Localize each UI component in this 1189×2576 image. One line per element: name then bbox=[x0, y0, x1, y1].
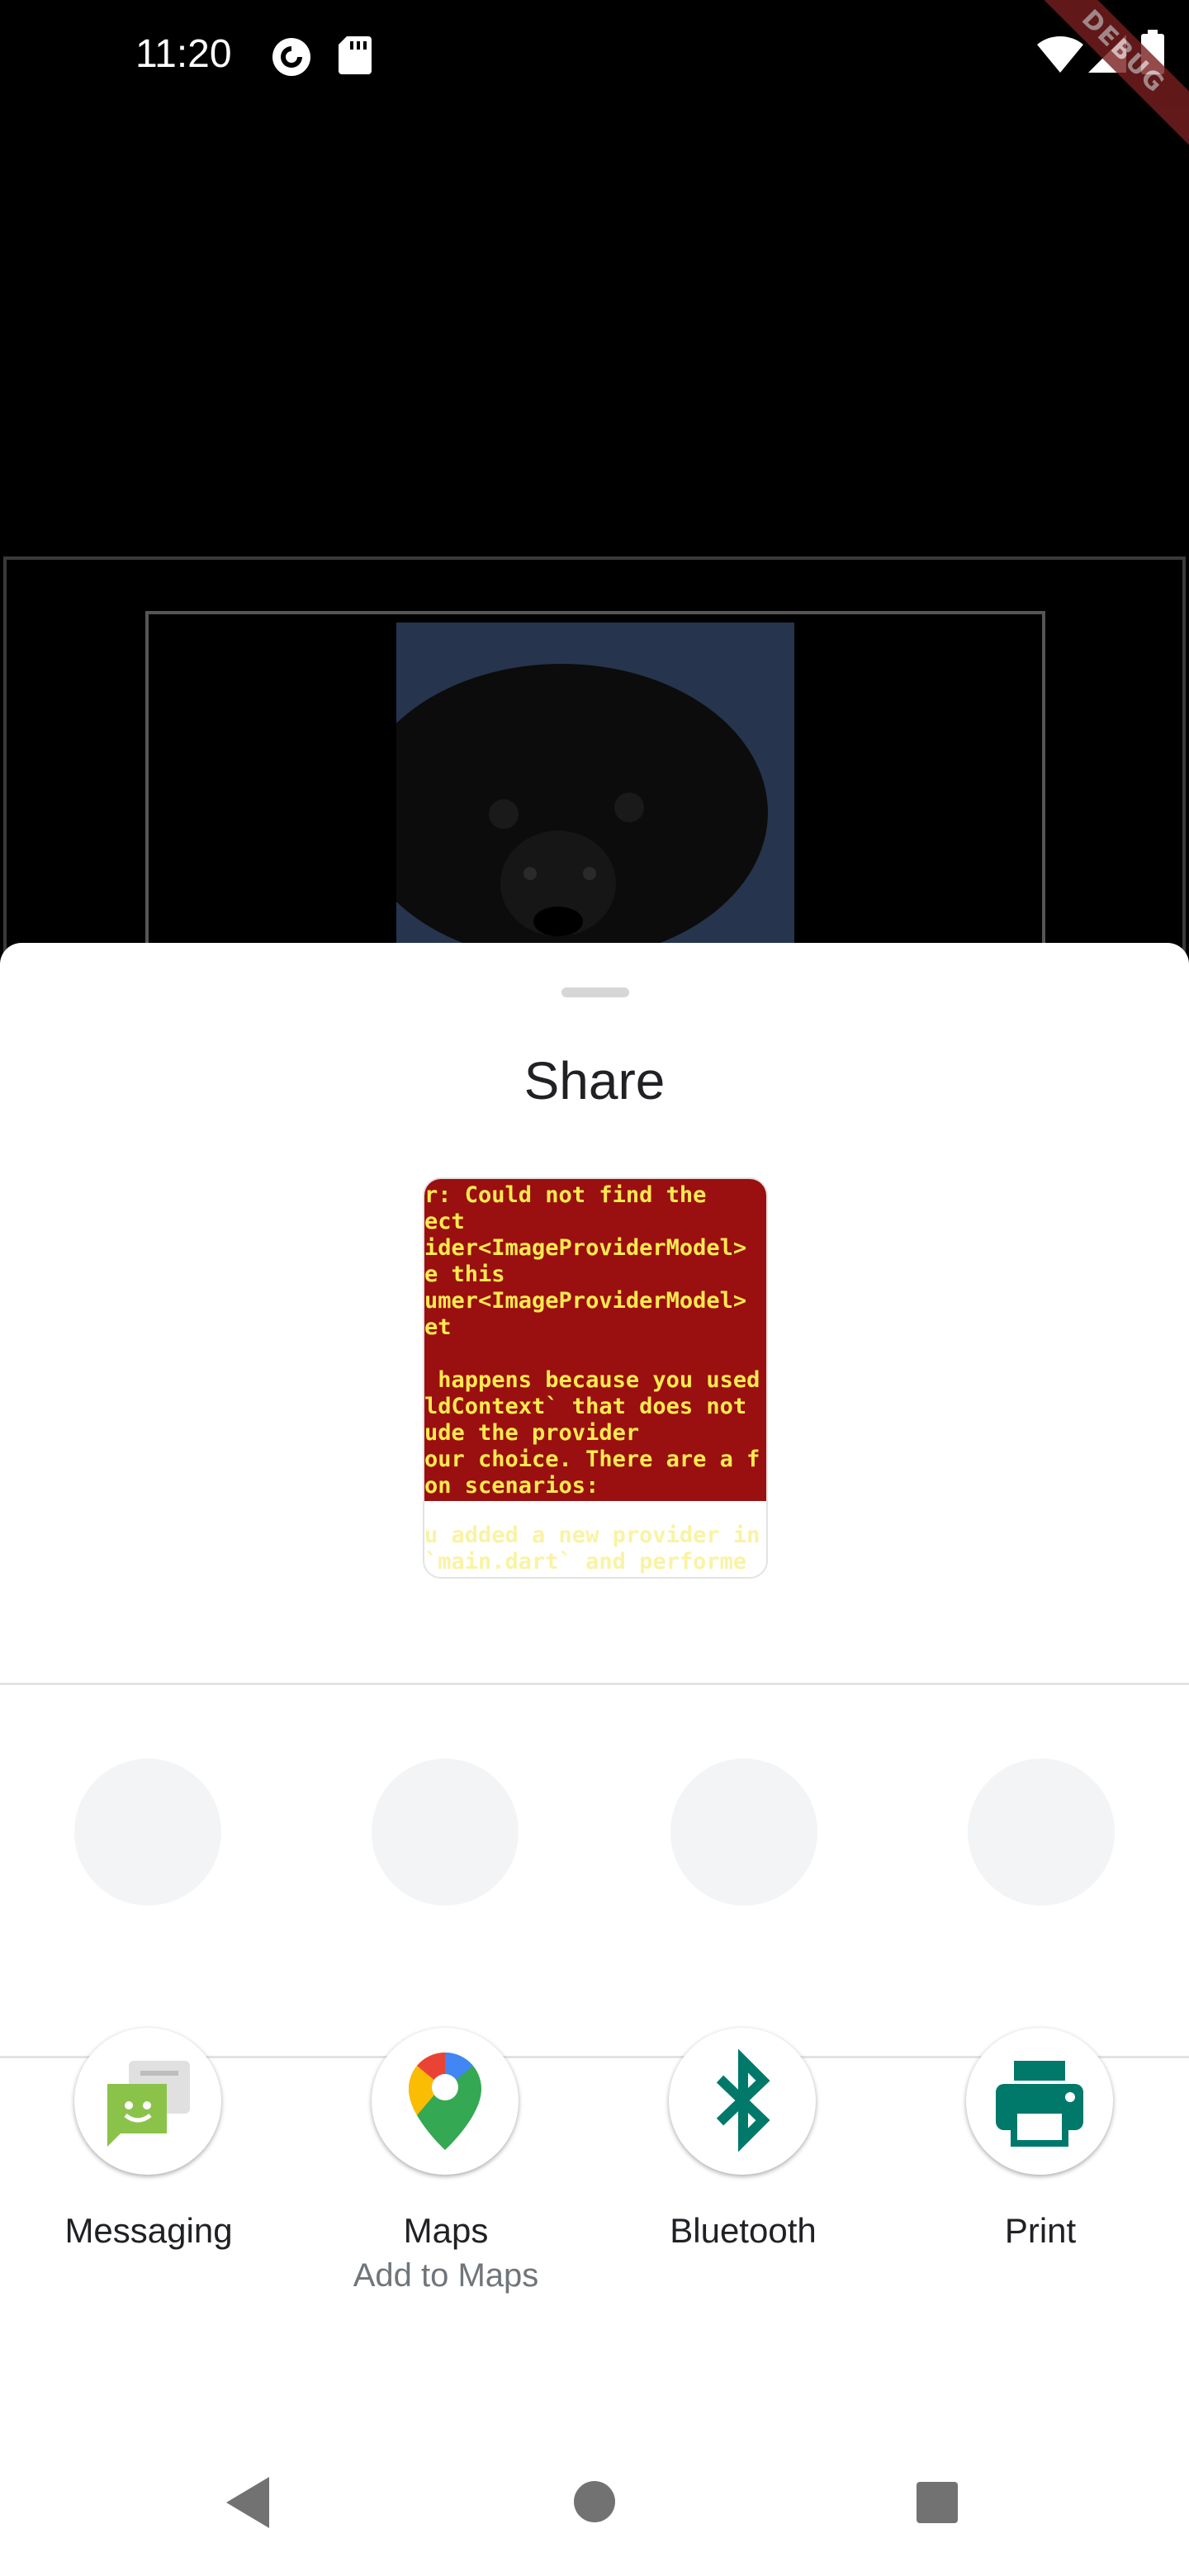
target-label: Maps bbox=[403, 2211, 489, 2250]
bluetooth-icon bbox=[669, 2028, 816, 2175]
wifi-icon bbox=[1037, 35, 1083, 77]
direct-share-placeholder bbox=[670, 1759, 817, 1906]
pocket-casts-icon bbox=[271, 36, 312, 82]
preview-error-text: r: Could not find the ect ider<ImageProv… bbox=[424, 1182, 760, 1499]
target-label: Messaging bbox=[64, 2211, 233, 2250]
status-bar: 11:20 DEBUG bbox=[0, 0, 1189, 148]
home-button[interactable] bbox=[573, 2480, 616, 2527]
direct-share-placeholder bbox=[74, 1759, 221, 1906]
target-label: Bluetooth bbox=[670, 2211, 817, 2250]
target-sublabel: Add to Maps bbox=[353, 2257, 539, 2294]
navigation-bar bbox=[0, 2460, 1189, 2576]
bear-image bbox=[396, 623, 794, 953]
divider-top bbox=[0, 1683, 1189, 1685]
direct-share-placeholder bbox=[372, 1759, 519, 1906]
maps-icon bbox=[372, 2028, 519, 2175]
share-title: Share bbox=[523, 1051, 666, 1110]
direct-share-placeholder bbox=[968, 1759, 1115, 1906]
back-button[interactable] bbox=[223, 2474, 272, 2536]
target-label: Print bbox=[1004, 2211, 1077, 2250]
recents-button[interactable] bbox=[917, 2482, 958, 2527]
share-preview: r: Could not find the ect ider<ImageProv… bbox=[423, 1177, 768, 1579]
preview-faded-text: u added a new provider in `main.dart` an… bbox=[424, 1522, 760, 1574]
sd-card-icon bbox=[339, 36, 372, 78]
share-sheet: Share r: Could not find the ect ider<Ima… bbox=[0, 943, 1189, 2576]
drag-handle[interactable] bbox=[561, 987, 629, 997]
status-time: 11:20 bbox=[135, 32, 232, 76]
messaging-icon bbox=[74, 2028, 221, 2175]
print-icon bbox=[966, 2028, 1113, 2175]
